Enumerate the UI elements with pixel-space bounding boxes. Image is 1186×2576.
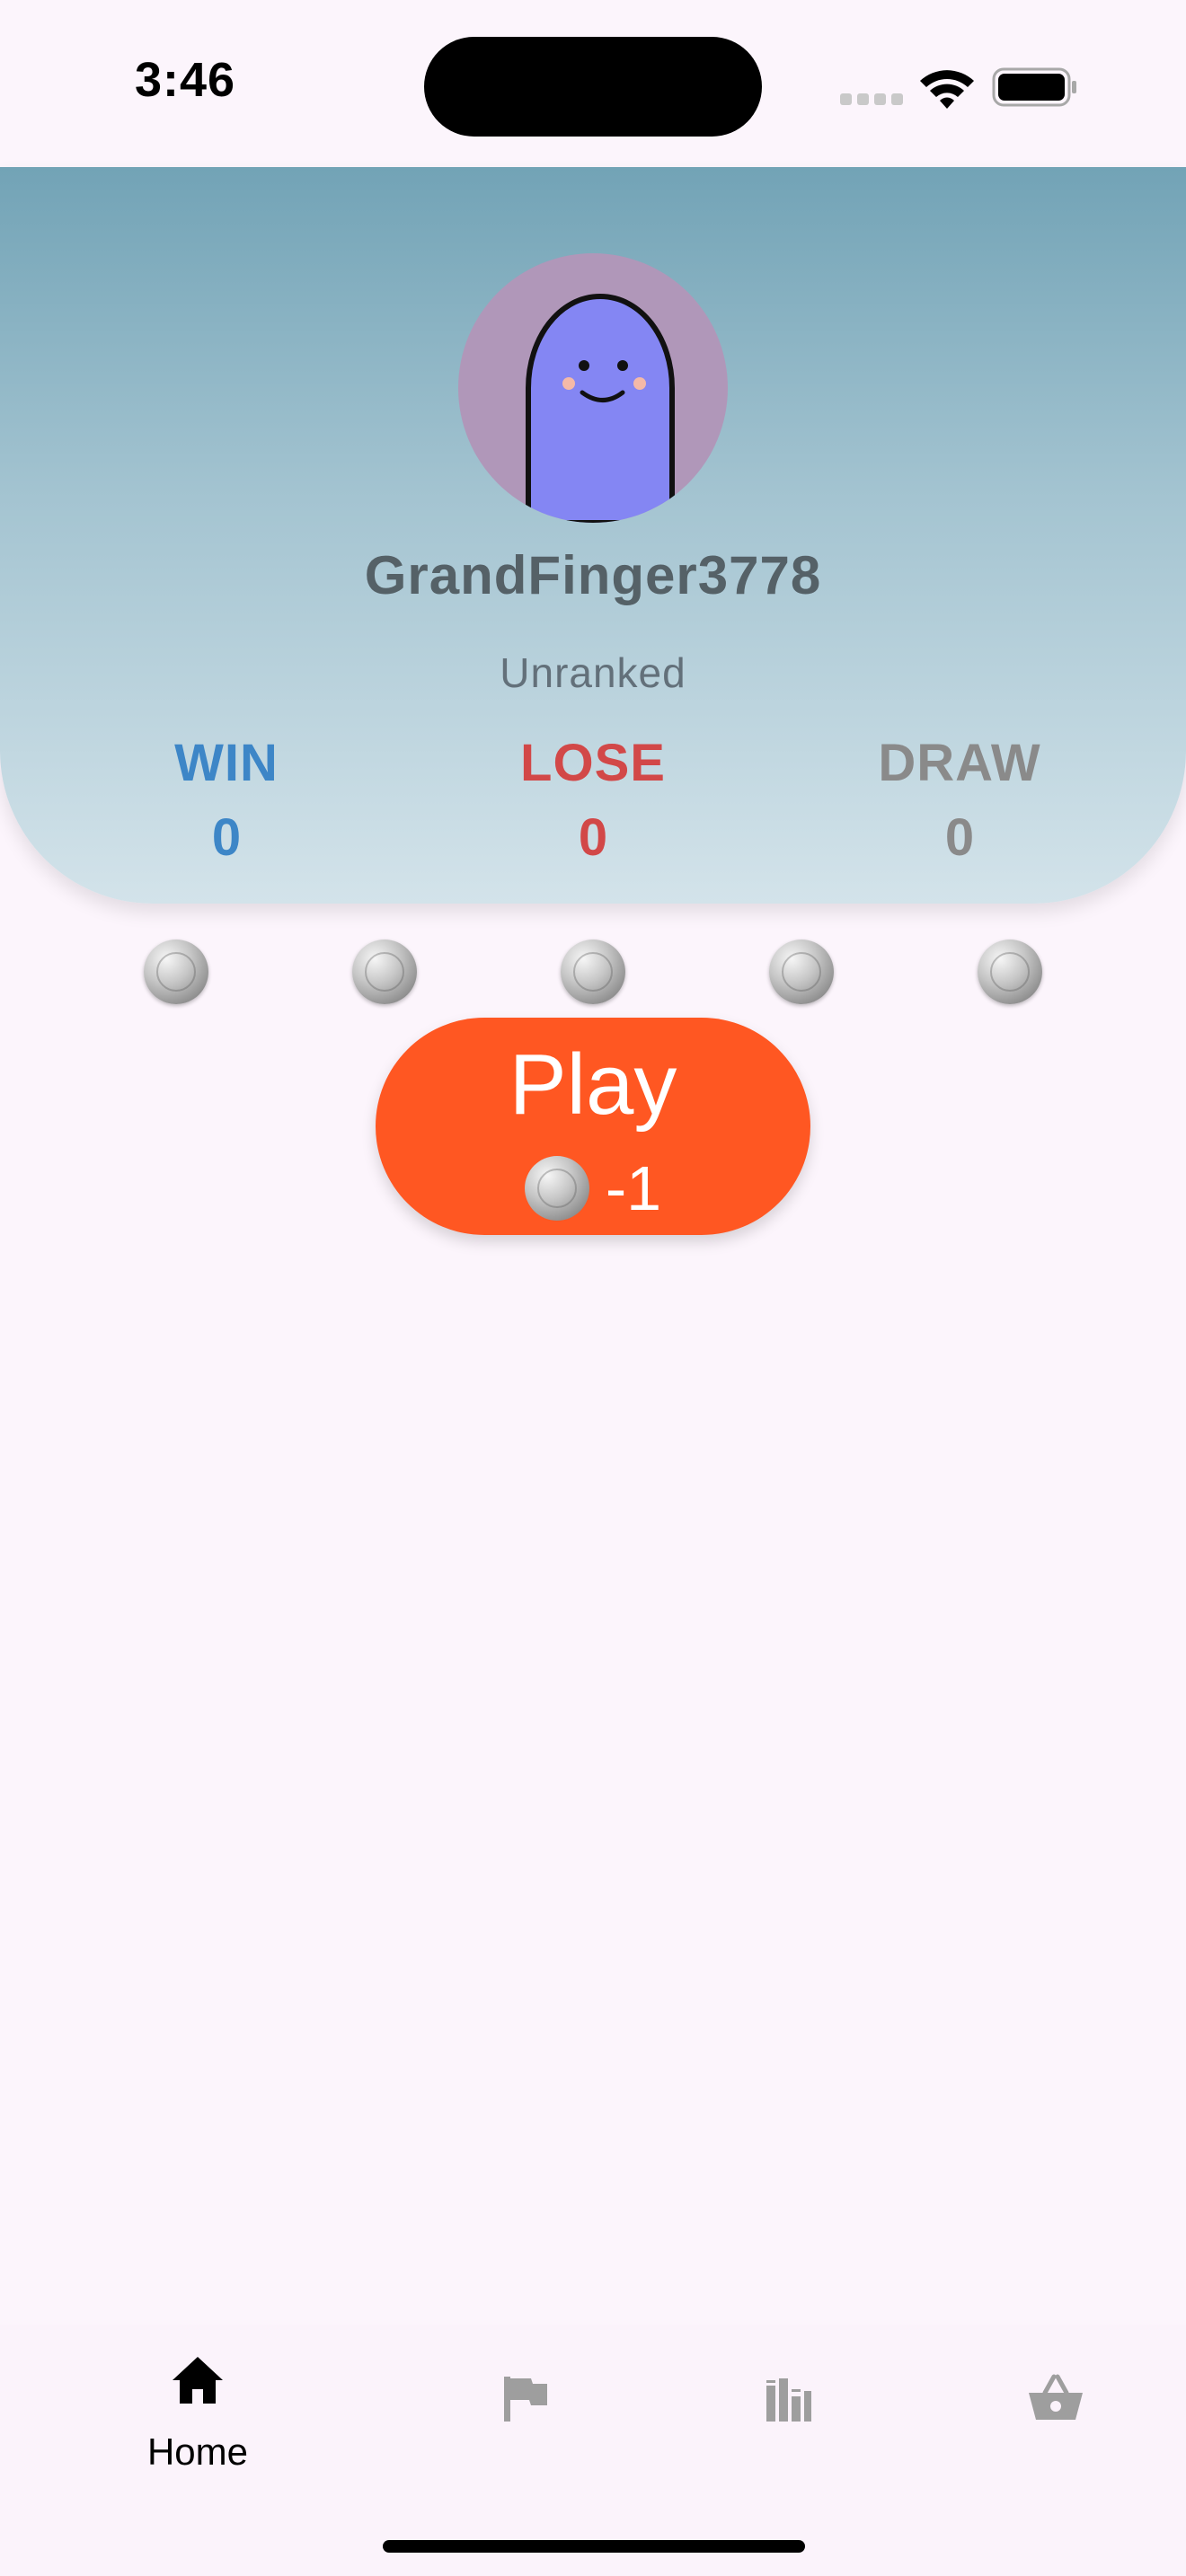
basket-icon xyxy=(1027,2373,1084,2423)
finger-avatar-icon xyxy=(526,293,675,523)
nav-item-home[interactable]: Home xyxy=(108,2325,288,2504)
leaderboard-icon xyxy=(763,2373,813,2423)
silver-coin-icon xyxy=(524,1156,589,1221)
profile-header: GrandFinger3778 Unranked WIN 0 LOSE 0 DR… xyxy=(0,167,1186,904)
avatar[interactable] xyxy=(458,253,728,523)
lose-value: 0 xyxy=(578,808,608,867)
win-label: WIN xyxy=(174,734,279,792)
cellular-signal-icon xyxy=(840,93,903,106)
dynamic-island xyxy=(424,37,762,137)
home-indicator xyxy=(383,2540,805,2553)
rank-label: Unranked xyxy=(500,649,686,696)
nav-label-home: Home xyxy=(146,2430,249,2473)
home-icon xyxy=(171,2355,225,2405)
stat-draw: DRAW 0 xyxy=(816,733,1103,868)
nav-item-leaderboard[interactable] xyxy=(722,2325,857,2504)
bottom-nav: Home xyxy=(0,2325,1186,2576)
stat-lose: LOSE 0 xyxy=(449,733,737,868)
nav-item-shop[interactable] xyxy=(987,2325,1121,2504)
stat-win: WIN 0 xyxy=(83,733,370,868)
win-value: 0 xyxy=(211,808,242,867)
status-bar: 3:46 xyxy=(0,0,1186,167)
silver-coin-icon xyxy=(978,940,1042,1004)
battery-icon xyxy=(992,66,1078,108)
silver-coin-icon xyxy=(144,940,208,1004)
nav-item-challenges[interactable] xyxy=(460,2325,595,2504)
silver-coin-icon xyxy=(769,940,834,1004)
username: GrandFinger3778 xyxy=(364,545,822,605)
draw-value: 0 xyxy=(944,808,975,867)
lose-label: LOSE xyxy=(520,734,666,792)
status-time: 3:46 xyxy=(135,53,236,107)
play-cost: -1 xyxy=(605,1153,662,1223)
silver-coin-icon xyxy=(561,940,625,1004)
draw-label: DRAW xyxy=(878,734,1041,792)
silver-coin-icon xyxy=(352,940,417,1004)
play-label: Play xyxy=(509,1037,677,1133)
flag-icon xyxy=(500,2373,551,2423)
play-cost-row: -1 xyxy=(376,1152,810,1224)
wifi-icon xyxy=(918,65,976,111)
play-button[interactable]: Play -1 xyxy=(376,1018,810,1235)
